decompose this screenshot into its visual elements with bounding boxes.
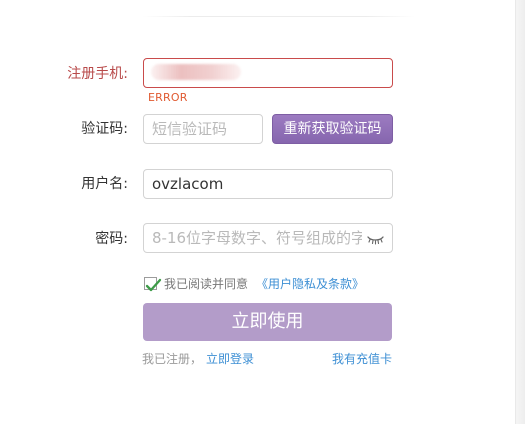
phone-error-message: ERROR xyxy=(148,91,188,104)
phone-label: 注册手机: xyxy=(67,66,128,82)
password-input[interactable] xyxy=(143,223,393,253)
agreement-text: 我已阅读并同意 xyxy=(164,277,249,291)
agreement-checkbox[interactable] xyxy=(144,277,162,292)
eye-closed-icon[interactable] xyxy=(367,231,384,245)
username-input[interactable] xyxy=(143,169,393,199)
right-scrollbar[interactable] xyxy=(515,0,525,424)
registration-panel: 注册手机: ERROR 验证码: 重新获取验证码 用户名: 密码: 我已阅读并同… xyxy=(0,0,515,424)
use-now-button[interactable]: 立即使用 xyxy=(143,303,392,341)
registered-text: 我已注册， xyxy=(142,352,203,366)
verification-label: 验证码: xyxy=(81,121,128,137)
top-divider xyxy=(142,16,415,17)
password-label: 密码: xyxy=(95,231,128,247)
verification-code-input[interactable] xyxy=(143,114,263,144)
privacy-terms-link[interactable]: 《用户隐私及条款》 xyxy=(256,276,364,292)
username-label: 用户名: xyxy=(81,176,128,192)
recharge-card-link[interactable]: 我有充值卡 xyxy=(332,351,392,367)
checkmark-icon xyxy=(145,278,162,292)
login-link[interactable]: 立即登录 xyxy=(206,351,254,367)
resend-code-button[interactable]: 重新获取验证码 xyxy=(272,114,393,144)
phone-number-redaction xyxy=(151,64,241,80)
